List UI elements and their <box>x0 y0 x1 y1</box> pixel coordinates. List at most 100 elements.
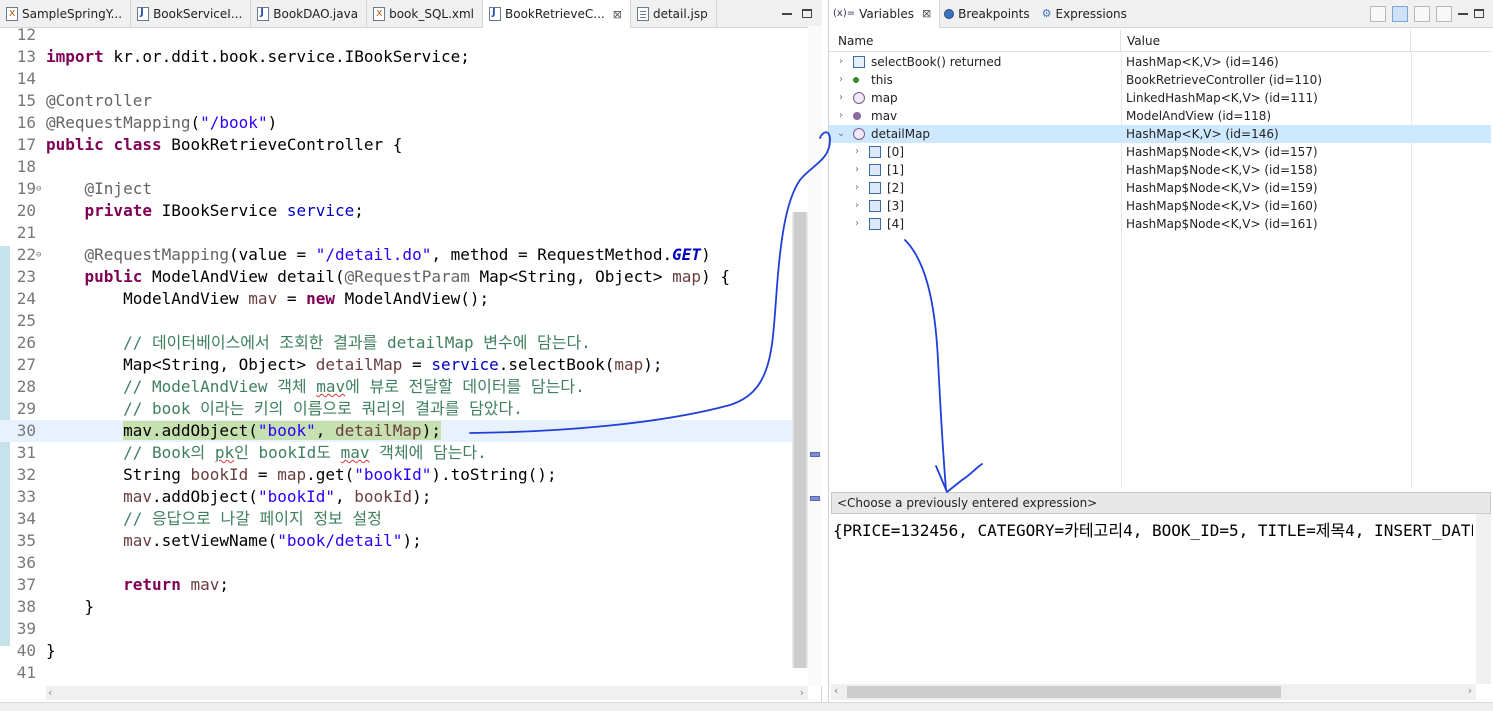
code-line[interactable]: 33 mav.addObject("bookId", bookId); <box>0 486 792 508</box>
code-token: pk <box>214 443 235 462</box>
expand-icon[interactable]: › <box>852 179 862 197</box>
editor-horizontal-scrollbar[interactable]: ‹ › <box>46 686 808 700</box>
variable-type-icon <box>869 200 881 212</box>
close-icon[interactable]: ⊠ <box>922 7 931 20</box>
detail-horizontal-scrollbar[interactable]: ‹ › <box>831 684 1476 700</box>
collapse-icon[interactable]: ⌄ <box>836 125 846 143</box>
code-line[interactable]: 18 <box>0 156 792 178</box>
expand-icon[interactable]: › <box>852 161 862 179</box>
code-line[interactable]: 34 // 응답으로 나갈 페이지 정보 설정 <box>0 508 792 530</box>
overview-marker[interactable] <box>810 496 820 501</box>
code-line[interactable]: 40} <box>0 640 792 662</box>
code-line[interactable]: 15 @Controller <box>0 90 792 112</box>
code-line[interactable]: 38 } <box>0 596 792 618</box>
editor-tab[interactable]: BookDAO.java <box>251 0 368 28</box>
variable-row[interactable]: › mav ModelAndView (id=118) <box>829 107 1491 125</box>
expand-icon[interactable]: › <box>852 215 862 233</box>
code-line[interactable]: 30 mav.addObject("book", detailMap); <box>0 420 792 442</box>
code-line[interactable]: 41 <box>0 662 792 684</box>
code-line[interactable]: 16 @RequestMapping("/book") <box>0 112 792 134</box>
code-line[interactable]: 13 import kr.or.ddit.book.service.IBookSe… <box>0 46 792 68</box>
code-line[interactable]: 25 <box>0 310 792 332</box>
code-line[interactable]: 14 <box>0 68 792 90</box>
column-name[interactable]: Name <box>829 30 1121 52</box>
detail-pane-text[interactable]: {PRICE=132456, CATEGORY=카테고리4, BOOK_ID=5… <box>833 520 1473 544</box>
scroll-left-icon[interactable]: ‹ <box>834 684 838 698</box>
tab-variables[interactable]: (x)= Variables ⊠ <box>829 0 941 28</box>
code-line[interactable]: 26 // 데이터베이스에서 조회한 결과를 detailMap 변수에 담는다… <box>0 332 792 354</box>
code-area[interactable]: 12 13 import kr.or.ddit.book.service.IBook… <box>0 26 792 686</box>
code-line[interactable]: 36 <box>0 552 792 574</box>
detail-scroll-thumb[interactable] <box>847 686 1281 698</box>
code-line[interactable]: 31 // Book의 pk인 bookId도 mav 객체에 담는다. <box>0 442 792 464</box>
variable-row[interactable]: › [0] HashMap$Node<K,V> (id=157) <box>829 143 1491 161</box>
editor-vertical-scrollbar[interactable] <box>792 212 808 668</box>
expression-combo[interactable]: <Choose a previously entered expression> <box>831 492 1491 514</box>
code-line[interactable]: 37 return mav; <box>0 574 792 596</box>
variables-tree[interactable]: › selectBook() returned HashMap<K,V> (id=1… <box>829 52 1491 488</box>
expand-icon[interactable]: › <box>836 71 846 89</box>
expand-icon[interactable]: › <box>852 143 862 161</box>
collapse-all-icon[interactable] <box>1370 5 1386 22</box>
editor-tab[interactable]: BookServiceI... <box>131 0 252 28</box>
detail-vertical-scrollbar[interactable] <box>1476 514 1491 684</box>
editor-tab[interactable]: BookRetrieveC... ⊠ <box>483 0 631 28</box>
scroll-right-icon[interactable]: › <box>800 686 804 700</box>
code-token: 객체에 담는다. <box>369 443 487 462</box>
code-line[interactable]: 20 private IBookService service; <box>0 200 792 222</box>
variable-type-icon <box>853 77 859 83</box>
code-line[interactable]: 35 mav.setViewName("book/detail"); <box>0 530 792 552</box>
maximize-icon[interactable] <box>1474 9 1484 18</box>
overview-marker[interactable] <box>810 452 820 457</box>
tab-breakpoints[interactable]: Breakpoints <box>940 0 1037 28</box>
code-text: String bookId = map.get("bookId").toStri… <box>46 464 557 486</box>
line-number: 38 <box>16 597 36 616</box>
scroll-left-icon[interactable]: ‹ <box>48 686 52 700</box>
tab-expressions[interactable]: ⚙ Expressions <box>1038 0 1135 28</box>
expand-icon[interactable]: › <box>852 197 862 215</box>
code-line[interactable]: 22 ⊖ @RequestMapping(value = "/detail.do"… <box>0 244 792 266</box>
variable-row[interactable]: › this BookRetrieveController (id=110) <box>829 71 1491 89</box>
code-line[interactable]: 21 <box>0 222 792 244</box>
variable-row[interactable]: › selectBook() returned HashMap<K,V> (id=1… <box>829 53 1491 71</box>
expand-icon[interactable]: › <box>836 89 846 107</box>
minimize-icon[interactable] <box>1458 12 1468 15</box>
editor-tab[interactable]: book_SQL.xml <box>367 0 484 28</box>
variable-row[interactable]: › [4] HashMap$Node<K,V> (id=161) <box>829 215 1491 233</box>
code-line[interactable]: 12 <box>0 26 792 46</box>
variable-name: detailMap <box>871 127 931 141</box>
variable-row[interactable]: › [2] HashMap$Node<K,V> (id=159) <box>829 179 1491 197</box>
java-file-icon <box>257 7 270 21</box>
code-line[interactable]: 19 ⊖ @Inject <box>0 178 792 200</box>
variable-row[interactable]: › [3] HashMap$Node<K,V> (id=160) <box>829 197 1491 215</box>
view-menu-icon[interactable] <box>1436 5 1452 22</box>
code-line[interactable]: 27 Map<String, Object> detailMap = servi… <box>0 354 792 376</box>
close-icon[interactable]: ⊠ <box>613 8 622 21</box>
code-line[interactable]: 23 public ModelAndView detail(@RequestPa… <box>0 266 792 288</box>
code-line[interactable]: 24 ModelAndView mav = new ModelAndView()… <box>0 288 792 310</box>
variable-row[interactable]: ⌄ detailMap HashMap<K,V> (id=146) <box>829 125 1491 143</box>
code-text: public class BookRetrieveController { <box>46 134 402 156</box>
expand-icon[interactable]: › <box>836 107 846 125</box>
code-line[interactable]: 28 // ModelAndView 객체 mav에 뷰로 전달할 데이터를 담… <box>0 376 792 398</box>
variable-row[interactable]: › map LinkedHashMap<K,V> (id=111) <box>829 89 1491 107</box>
code-token: "bookId" <box>257 487 335 506</box>
fold-icon[interactable]: ⊖ <box>36 178 41 200</box>
layout-icon[interactable] <box>1414 5 1430 22</box>
editor-tab[interactable]: detail.jsp <box>631 0 717 28</box>
code-line[interactable]: 17 public class BookRetrieveController { <box>0 134 792 156</box>
code-line[interactable]: 29 // book 이라는 키의 이름으로 쿼리의 결과를 담았다. <box>0 398 792 420</box>
minimize-icon[interactable] <box>782 12 792 15</box>
variable-row[interactable]: › [1] HashMap$Node<K,V> (id=158) <box>829 161 1491 179</box>
editor-tab[interactable]: SampleSpringY... <box>0 0 132 28</box>
code-line[interactable]: 32 String bookId = map.get("bookId").toS… <box>0 464 792 486</box>
expand-icon[interactable]: › <box>836 53 846 71</box>
fold-icon[interactable]: ⊖ <box>36 244 41 266</box>
show-type-names-icon[interactable] <box>1392 5 1408 22</box>
code-line[interactable]: 39 <box>0 618 792 640</box>
editor-scroll-thumb[interactable] <box>794 212 806 668</box>
maximize-icon[interactable] <box>802 9 812 18</box>
scroll-right-icon[interactable]: › <box>1468 684 1472 698</box>
line-number: 26 <box>16 333 36 352</box>
column-value[interactable]: Value <box>1121 30 1411 52</box>
